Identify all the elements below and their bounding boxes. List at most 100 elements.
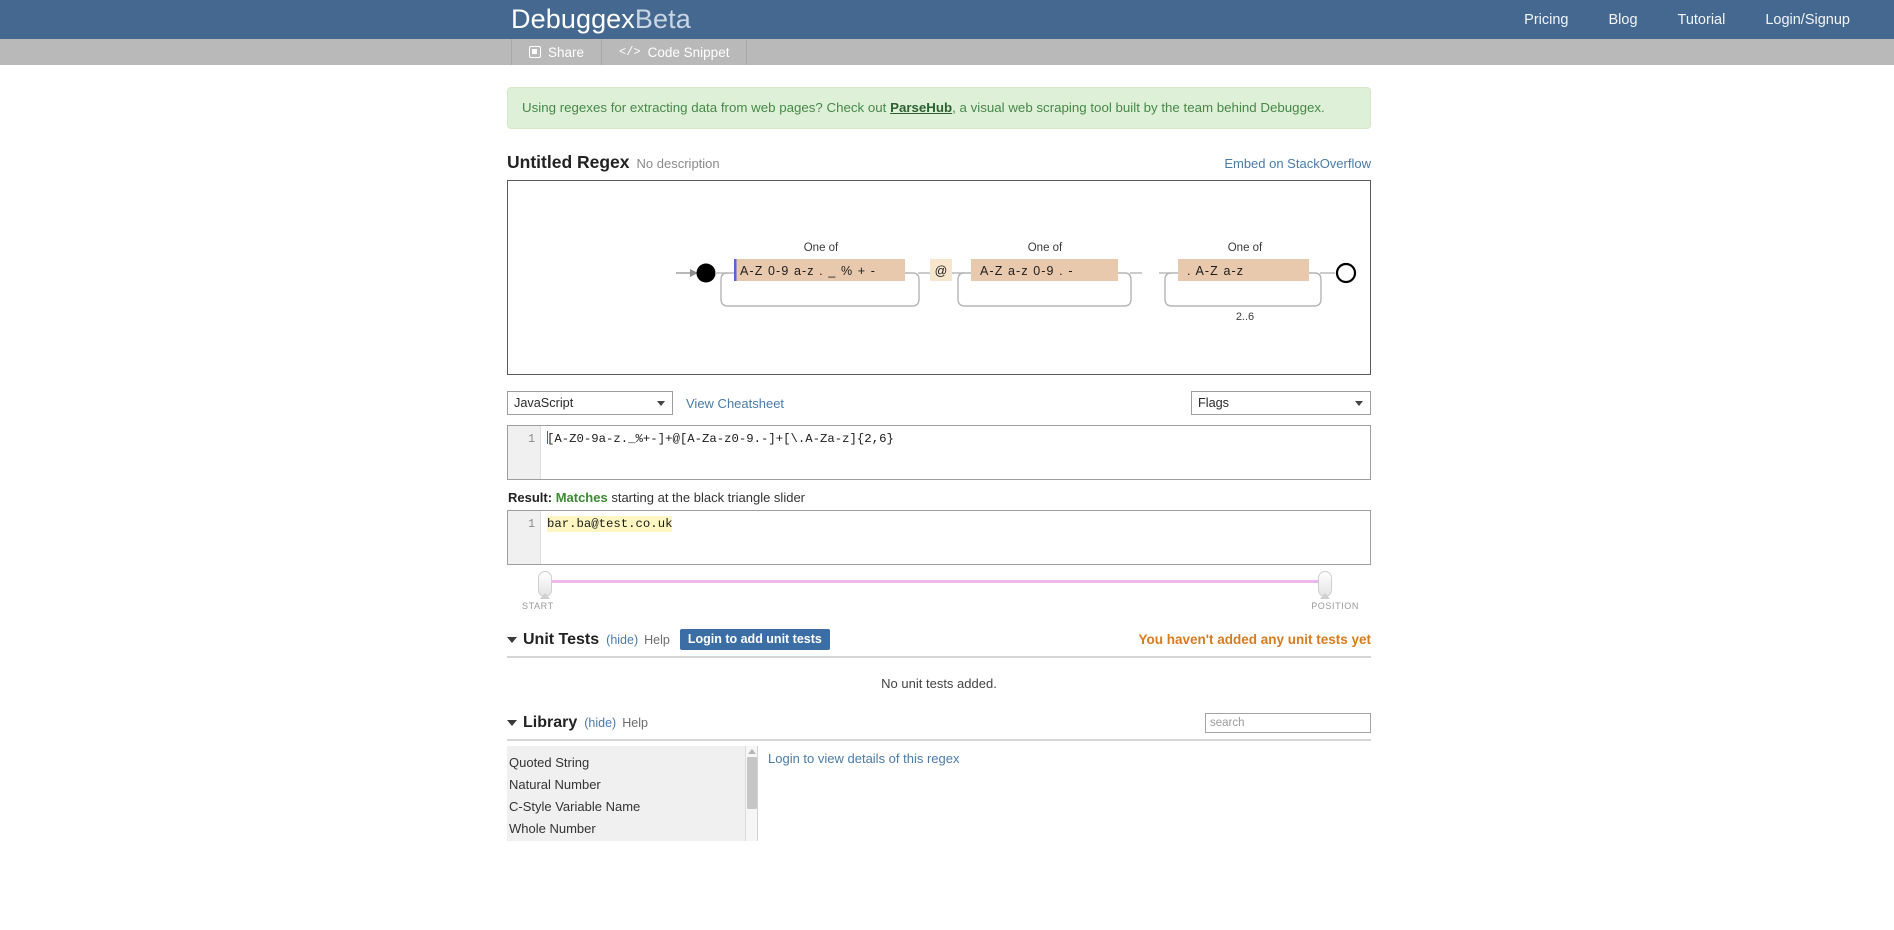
result-prefix: Result: xyxy=(508,490,552,505)
diagram-end-node xyxy=(1337,264,1355,282)
language-select[interactable]: JavaScript xyxy=(507,391,673,415)
share-icon xyxy=(529,46,541,58)
result-suffix: starting at the black triangle slider xyxy=(611,490,805,505)
regex-line-number: 1 xyxy=(508,431,535,448)
library-detail-pane: Login to view details of this regex xyxy=(758,746,1371,841)
collapse-triangle-icon[interactable] xyxy=(507,637,517,643)
unit-tests-section: Unit Tests (hide) Help Login to add unit… xyxy=(507,629,1371,697)
regex-description[interactable]: No description xyxy=(637,156,720,171)
library-header: Library (hide) Help search xyxy=(507,713,1371,741)
test-editor-gutter: 1 xyxy=(508,511,541,564)
library-body: Quoted String Natural Number C-Style Var… xyxy=(507,746,1371,841)
svg-text:One of: One of xyxy=(804,242,839,254)
view-cheatsheet-link[interactable]: View Cheatsheet xyxy=(686,396,784,411)
unit-tests-header: Unit Tests (hide) Help Login to add unit… xyxy=(507,629,1371,658)
diagram-start-node xyxy=(697,264,716,283)
regex-header: Untitled Regex No description Embed on S… xyxy=(507,152,1371,173)
diagram-entry-arrow xyxy=(676,269,698,277)
list-item[interactable]: Integer xyxy=(507,840,757,841)
flags-select-value: Flags xyxy=(1198,396,1229,410)
svg-text:One of: One of xyxy=(1028,242,1063,254)
chevron-down-icon xyxy=(1355,401,1363,406)
unit-tests-empty-note: No unit tests added. xyxy=(507,658,1371,697)
nav-link-pricing[interactable]: Pricing xyxy=(1524,12,1568,28)
slider-controls: START POSITION xyxy=(507,571,1371,613)
library-search-input[interactable]: search xyxy=(1205,713,1371,733)
chevron-down-icon xyxy=(657,401,665,406)
alert-text-after: , a visual web scraping tool built by th… xyxy=(952,100,1325,115)
nav-link-tutorial[interactable]: Tutorial xyxy=(1678,12,1726,28)
railroad-diagram[interactable]: One of A-Z 0-9 a-z . _ % + - @ One of xyxy=(507,180,1371,375)
brand-logo[interactable]: DebuggexBeta xyxy=(511,6,691,33)
library-login-detail-link[interactable]: Login to view details of this regex xyxy=(768,751,960,766)
list-item[interactable]: C-Style Variable Name xyxy=(507,796,757,818)
parsehub-promo-alert: Using regexes for extracting data from w… xyxy=(507,87,1371,129)
unit-tests-warning: You haven't added any unit tests yet xyxy=(1138,632,1371,647)
collapse-triangle-icon[interactable] xyxy=(507,720,517,726)
diagram-node-3: One of A-Z a-z 0-9 . - xyxy=(958,242,1131,306)
svg-text:. A-Z a-z: . A-Z a-z xyxy=(1187,264,1244,278)
diagram-node-1: One of A-Z 0-9 a-z . _ % + - xyxy=(721,242,919,306)
position-slider-label: POSITION xyxy=(1311,601,1359,611)
library-search-placeholder: search xyxy=(1210,717,1245,729)
railroad-diagram-svg: One of A-Z 0-9 a-z . _ % + - @ One of xyxy=(508,181,1370,374)
scrollbar-thumb[interactable] xyxy=(747,757,757,809)
svg-text:@: @ xyxy=(935,264,948,278)
test-string-editor[interactable]: 1 bar.ba@test.co.uk xyxy=(507,510,1371,565)
list-item[interactable]: Quoted String xyxy=(507,752,757,774)
unit-tests-help-link[interactable]: Help xyxy=(644,633,670,647)
language-flags-row: JavaScript View Cheatsheet Flags xyxy=(507,391,1371,415)
start-slider-label: START xyxy=(522,601,554,611)
embed-on-stackoverflow-link[interactable]: Embed on StackOverflow xyxy=(1224,156,1371,171)
slider-track[interactable] xyxy=(547,580,1323,583)
language-select-value: JavaScript xyxy=(514,396,573,410)
match-highlight: bar.ba@test.co.uk xyxy=(547,516,672,532)
library-section: Library (hide) Help search Quoted String… xyxy=(507,713,1371,841)
content-container: Using regexes for extracting data from w… xyxy=(507,87,1371,841)
page-body: Using regexes for extracting data from w… xyxy=(0,65,1894,841)
share-button-label: Share xyxy=(548,45,584,60)
regex-input-value: [A-Z0-9a-z._%+-]+@[A-Za-z0-9.-]+[\.A-Za-… xyxy=(547,432,894,446)
svg-text:A-Z a-z 0-9 . -: A-Z a-z 0-9 . - xyxy=(980,264,1074,278)
diagram-node-2: @ xyxy=(930,259,952,281)
alert-text-before: Using regexes for extracting data from w… xyxy=(522,100,890,115)
nav-link-blog[interactable]: Blog xyxy=(1608,12,1637,28)
regex-title[interactable]: Untitled Regex xyxy=(507,152,630,173)
library-scrollbar[interactable] xyxy=(745,746,757,841)
sub-toolbar: Share </> Code Snippet xyxy=(0,39,1894,65)
brand-beta-tag: Beta xyxy=(635,4,691,34)
test-line-number: 1 xyxy=(508,516,535,533)
position-slider-triangle xyxy=(1320,593,1330,599)
top-navbar: DebuggexBeta Pricing Blog Tutorial Login… xyxy=(0,0,1894,39)
library-help-link[interactable]: Help xyxy=(622,716,648,730)
nav-link-login-signup[interactable]: Login/Signup xyxy=(1765,12,1850,28)
test-string-field[interactable]: bar.ba@test.co.uk xyxy=(541,511,1370,564)
result-status-line: Result: Matches starting at the black tr… xyxy=(508,490,1371,505)
nav-links: Pricing Blog Tutorial Login/Signup xyxy=(1524,12,1850,28)
regex-input-editor[interactable]: 1 [A-Z0-9a-z._%+-]+@[A-Za-z0-9.-]+[\.A-Z… xyxy=(507,425,1371,480)
regex-editor-gutter: 1 xyxy=(508,426,541,479)
parsehub-link[interactable]: ParseHub xyxy=(890,100,952,115)
code-icon: </> xyxy=(619,45,641,59)
diagram-cursor-marker xyxy=(734,259,737,281)
result-status: Matches xyxy=(556,490,608,505)
library-hide-link[interactable]: (hide) xyxy=(584,716,616,730)
diagram-node-4: One of . A-Z a-z 2..6 xyxy=(1165,242,1321,323)
code-snippet-button-label: Code Snippet xyxy=(648,45,730,60)
diagram-node-4-quantifier: 2..6 xyxy=(1236,311,1254,323)
flags-select[interactable]: Flags xyxy=(1191,391,1371,415)
login-to-add-unit-tests-button[interactable]: Login to add unit tests xyxy=(680,629,830,650)
start-slider-triangle xyxy=(540,593,550,599)
list-item[interactable]: Natural Number xyxy=(507,774,757,796)
scroll-up-arrow-icon[interactable] xyxy=(748,749,756,754)
library-list[interactable]: Quoted String Natural Number C-Style Var… xyxy=(507,746,758,841)
list-item[interactable]: Whole Number xyxy=(507,818,757,840)
brand-name: Debuggex xyxy=(511,4,635,34)
library-title: Library xyxy=(523,714,577,732)
svg-text:A-Z 0-9 a-z . _ % + -: A-Z 0-9 a-z . _ % + - xyxy=(740,264,876,278)
code-snippet-button[interactable]: </> Code Snippet xyxy=(602,39,747,65)
regex-input-field[interactable]: [A-Z0-9a-z._%+-]+@[A-Za-z0-9.-]+[\.A-Za-… xyxy=(541,426,1370,479)
share-button[interactable]: Share xyxy=(511,39,602,65)
svg-text:One of: One of xyxy=(1228,242,1263,254)
unit-tests-hide-link[interactable]: (hide) xyxy=(606,633,638,647)
